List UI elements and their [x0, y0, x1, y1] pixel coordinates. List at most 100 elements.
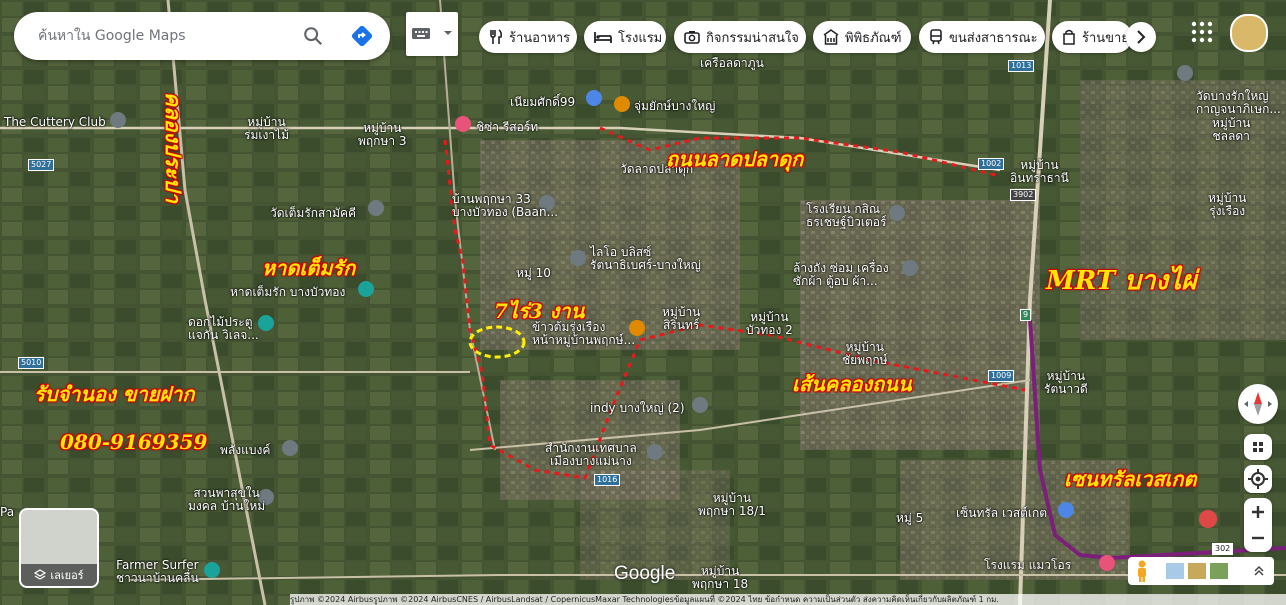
grid-view-button[interactable] [1244, 434, 1272, 460]
chip-label: ร้านขาย [1082, 30, 1129, 46]
place-label: หมู่บ้าน สิรินทร์ [662, 305, 701, 332]
compass-icon [1244, 392, 1272, 416]
search-box: ค้นหาใน Google Maps [14, 12, 390, 60]
grid-icon [1253, 442, 1263, 452]
chip-restaurants[interactable]: ร้านอาหาร [479, 21, 577, 53]
fork-knife-icon [490, 29, 503, 44]
chip-hotels[interactable]: โรงแรม [584, 21, 666, 53]
annotation-mrt: MRT บางไผ่ [1046, 266, 1197, 296]
place-label: หมู่บ้าน รุ่งเรือง [1208, 191, 1247, 218]
chips-next-button[interactable] [1126, 22, 1156, 52]
place-label[interactable]: สำนักงานเทศบาล เมืองบางแม่นาง [545, 442, 637, 468]
place-label[interactable]: สวนพาสุขใน มงคล บ้านใหม่ [188, 487, 265, 513]
layers-icon [34, 569, 47, 580]
directions-icon[interactable] [350, 24, 374, 48]
road-shield: 1009 [988, 370, 1015, 382]
place-label[interactable]: ล้างถัง ซ่อม เครื่อง ซักผ้า ตู้อบ ผ้า... [793, 262, 889, 288]
annotation-canal-vertical: คลองประปา [161, 92, 186, 203]
place-label[interactable]: The Cuttery Club [4, 116, 106, 129]
zoom-controls [1244, 498, 1272, 552]
road-shield: 1016 [594, 474, 621, 486]
my-location-button[interactable] [1244, 465, 1272, 493]
annotation-plot-size: 7ไร่3 งาน [494, 299, 585, 323]
place-label[interactable]: พลังแบงค์ [220, 444, 270, 457]
avatar[interactable] [1230, 14, 1268, 52]
chevron-right-icon [1137, 30, 1146, 44]
museum-icon [823, 29, 839, 45]
place-label: หมู่บ้าน พฤกษา 18 [692, 564, 749, 591]
chip-shopping[interactable]: ร้านขาย [1052, 21, 1132, 53]
plus-icon [1252, 506, 1264, 518]
place-label[interactable]: โรงเรียน กสิณ ธรเชษฐ์บิวเตอร์ [806, 203, 886, 229]
annotation-khlong-thanon: เส้นคลองถนน [792, 372, 912, 396]
minus-icon [1252, 536, 1264, 540]
place-label[interactable]: หมู่บ้าน พฤกษา 3 [358, 122, 407, 148]
annotation-had-tem-rak: หาดเต็มรัก [262, 256, 356, 280]
imagery-thumb[interactable] [1188, 563, 1206, 579]
imagery-thumb[interactable] [1210, 563, 1228, 579]
my-location-icon [1248, 469, 1268, 489]
chip-museums[interactable]: พิพิธภัณฑ์ [813, 21, 911, 53]
place-label[interactable]: วัดบางรักใหญ่ กาญจนาภิเษก... [1196, 90, 1281, 116]
annotation-central-west-gate: เซนทรัลเวสเกต [1064, 467, 1197, 491]
annotation-phone: 080-9169359 [60, 430, 208, 454]
place-label[interactable]: จุ่มยักษ์บางใหญ่ [634, 100, 715, 113]
road-shield: 1013 [1008, 60, 1035, 72]
place-label[interactable]: หมู่บ้าน ร่มเงาไม้ [244, 116, 289, 142]
road-shield: 3902 [1010, 189, 1037, 201]
chip-label: ขนส่งสาธารณะ [949, 30, 1038, 46]
place-label[interactable]: Farmer Surfer ชาวนาบ้านคลื่น [116, 559, 199, 585]
compass-button[interactable] [1238, 384, 1278, 424]
place-label: หมู่บ้าน ชลลดา [1212, 116, 1251, 143]
chip-label: โรงแรม [618, 30, 663, 46]
place-label: Pa [0, 505, 15, 519]
place-label[interactable]: เนียมศักดิ์99 [510, 96, 575, 109]
chip-label: กิจกรรมน่าสนใจ [706, 30, 799, 46]
place-label: หมู่บ้าน อินทราธานี [1010, 158, 1069, 185]
search-input[interactable]: ค้นหาใน Google Maps [38, 25, 302, 47]
layers-button[interactable]: เลเยอร์ [19, 508, 99, 588]
place-label[interactable]: ดอกไม้ประตู แจกัน วิเลจ... [188, 316, 259, 342]
expand-up-icon[interactable] [1252, 564, 1266, 578]
layers-label: เลเยอร์ [50, 569, 84, 582]
place-label: หมู่บ้าน ชัยพฤกษ์ [842, 340, 888, 367]
apps-grid-icon[interactable] [1190, 20, 1214, 44]
imagery-thumb[interactable] [1166, 563, 1184, 579]
place-label[interactable]: โรงแรม แมวโอร [984, 559, 1071, 572]
store-icon [1063, 29, 1075, 45]
train-icon [930, 29, 942, 45]
search-icon[interactable] [302, 25, 324, 47]
satellite-map[interactable] [0, 0, 1286, 605]
road-shield: 1002 [978, 158, 1005, 170]
pegman-icon[interactable] [1132, 559, 1152, 583]
zoom-in-button[interactable] [1244, 498, 1272, 525]
place-label: เครือลดาภูน [700, 56, 764, 70]
annotation-lat-pla-duk-road: ถนนลาดปลาดุก [666, 147, 804, 171]
chip-activities[interactable]: กิจกรรมน่าสนใจ [674, 21, 806, 53]
place-label: หมู่ 10 [516, 266, 551, 280]
place-label[interactable]: ชิซ่า รีสอร์ท [476, 121, 538, 134]
chip-transit[interactable]: ขนส่งสาธารณะ [919, 21, 1045, 53]
place-label: หมู่บ้าน รัตนาวดี [1044, 369, 1088, 396]
place-label[interactable]: วัดเต็มรักสามัคคี [270, 207, 356, 220]
map-credits: รูปภาพ ©2024 Airbusรูปภาพ ©2024 AirbusCN… [290, 594, 1286, 605]
place-label: หมู่บ้าน บัวทอง 2 [746, 310, 793, 337]
place-label[interactable]: บ้านพฤกษา 33 บางบัวทอง (Baan... [452, 193, 558, 219]
keyboard-toggle[interactable] [406, 12, 458, 56]
road-shield: 5010 [18, 357, 45, 369]
place-label: หมู่บ้าน พฤกษา 18/1 [698, 491, 766, 518]
road-shield: 302 [1212, 543, 1234, 555]
camera-icon [684, 31, 700, 44]
chip-label: พิพิธภัณฑ์ [845, 30, 902, 46]
place-label[interactable]: หาดเต็มรัก บางบัวทอง [230, 286, 345, 299]
place-label: หมู่ 5 [896, 511, 924, 525]
bed-icon [594, 32, 612, 43]
place-label[interactable]: ไลโอ บลิสซ์ รัตนาธิเบศร์-บางใหญ่ [590, 246, 701, 272]
place-label[interactable]: indy บางใหญ่ (2) [590, 402, 685, 415]
chip-label: ร้านอาหาร [509, 30, 571, 46]
annotation-mortgage: รับจำนอง ขายฝาก [34, 382, 195, 406]
chevron-down-icon[interactable] [443, 28, 453, 38]
zoom-out-button[interactable] [1244, 525, 1272, 552]
place-label[interactable]: เซ็นทรัล เวสต์เกต [956, 507, 1047, 520]
road-shield: 9 [1020, 309, 1032, 321]
